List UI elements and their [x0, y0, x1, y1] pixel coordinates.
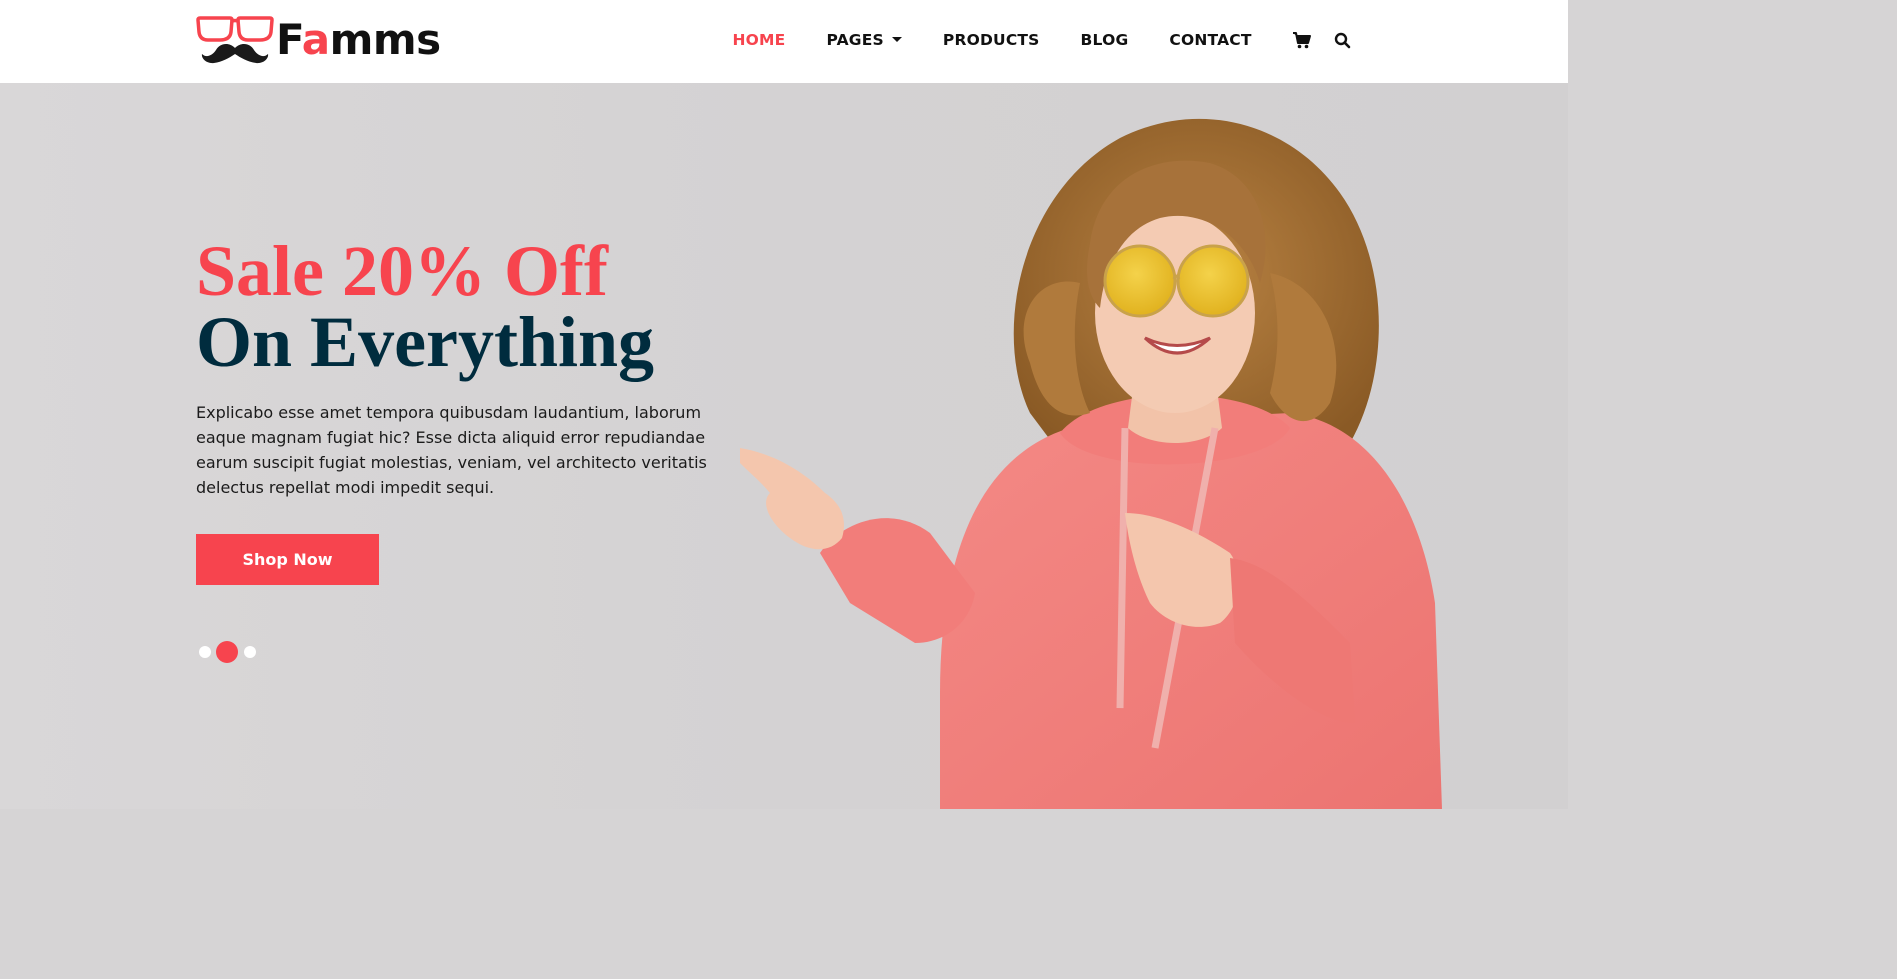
nav-home[interactable]: HOME — [712, 31, 806, 49]
nav-pages-label: PAGES — [826, 31, 884, 49]
brand-name-part: F — [276, 15, 302, 64]
nav-products[interactable]: PRODUCTS — [922, 31, 1060, 49]
cart-button[interactable] — [1272, 31, 1312, 49]
brand-name-accent: a — [301, 15, 330, 64]
slider-dots — [199, 641, 261, 663]
nav-blog[interactable]: BLOG — [1060, 31, 1149, 49]
glasses-mustache-logo-icon — [196, 16, 274, 64]
search-button[interactable] — [1312, 32, 1351, 49]
nav-pages[interactable]: PAGES — [806, 31, 922, 49]
slider-dot-2-active[interactable] — [216, 641, 238, 663]
brand-logo[interactable]: Famms — [196, 14, 441, 66]
caret-down-icon — [891, 36, 902, 42]
slider-dot-1[interactable] — [199, 646, 211, 658]
slider-dot-3[interactable] — [244, 646, 256, 658]
site-header: Famms HOME PAGES PRODUCTS BLOG CONTACT — [0, 0, 1568, 83]
cart-icon — [1293, 32, 1312, 49]
shop-now-button[interactable]: Shop Now — [196, 534, 379, 585]
hero-model-photo — [740, 118, 1442, 809]
hero-title-everything: On Everything — [196, 302, 655, 382]
main-nav: HOME PAGES PRODUCTS BLOG CONTACT — [712, 0, 1351, 80]
nav-contact[interactable]: CONTACT — [1149, 31, 1272, 49]
hero-slider: Sale 20% Off On Everything Explicabo ess… — [0, 83, 1568, 809]
hero-title-sale: Sale 20% Off — [196, 231, 608, 311]
brand-name: Famms — [276, 14, 441, 66]
hero-description: Explicabo esse amet tempora quibusdam la… — [196, 403, 707, 497]
search-icon — [1334, 32, 1351, 48]
brand-name-part: mms — [329, 15, 442, 64]
